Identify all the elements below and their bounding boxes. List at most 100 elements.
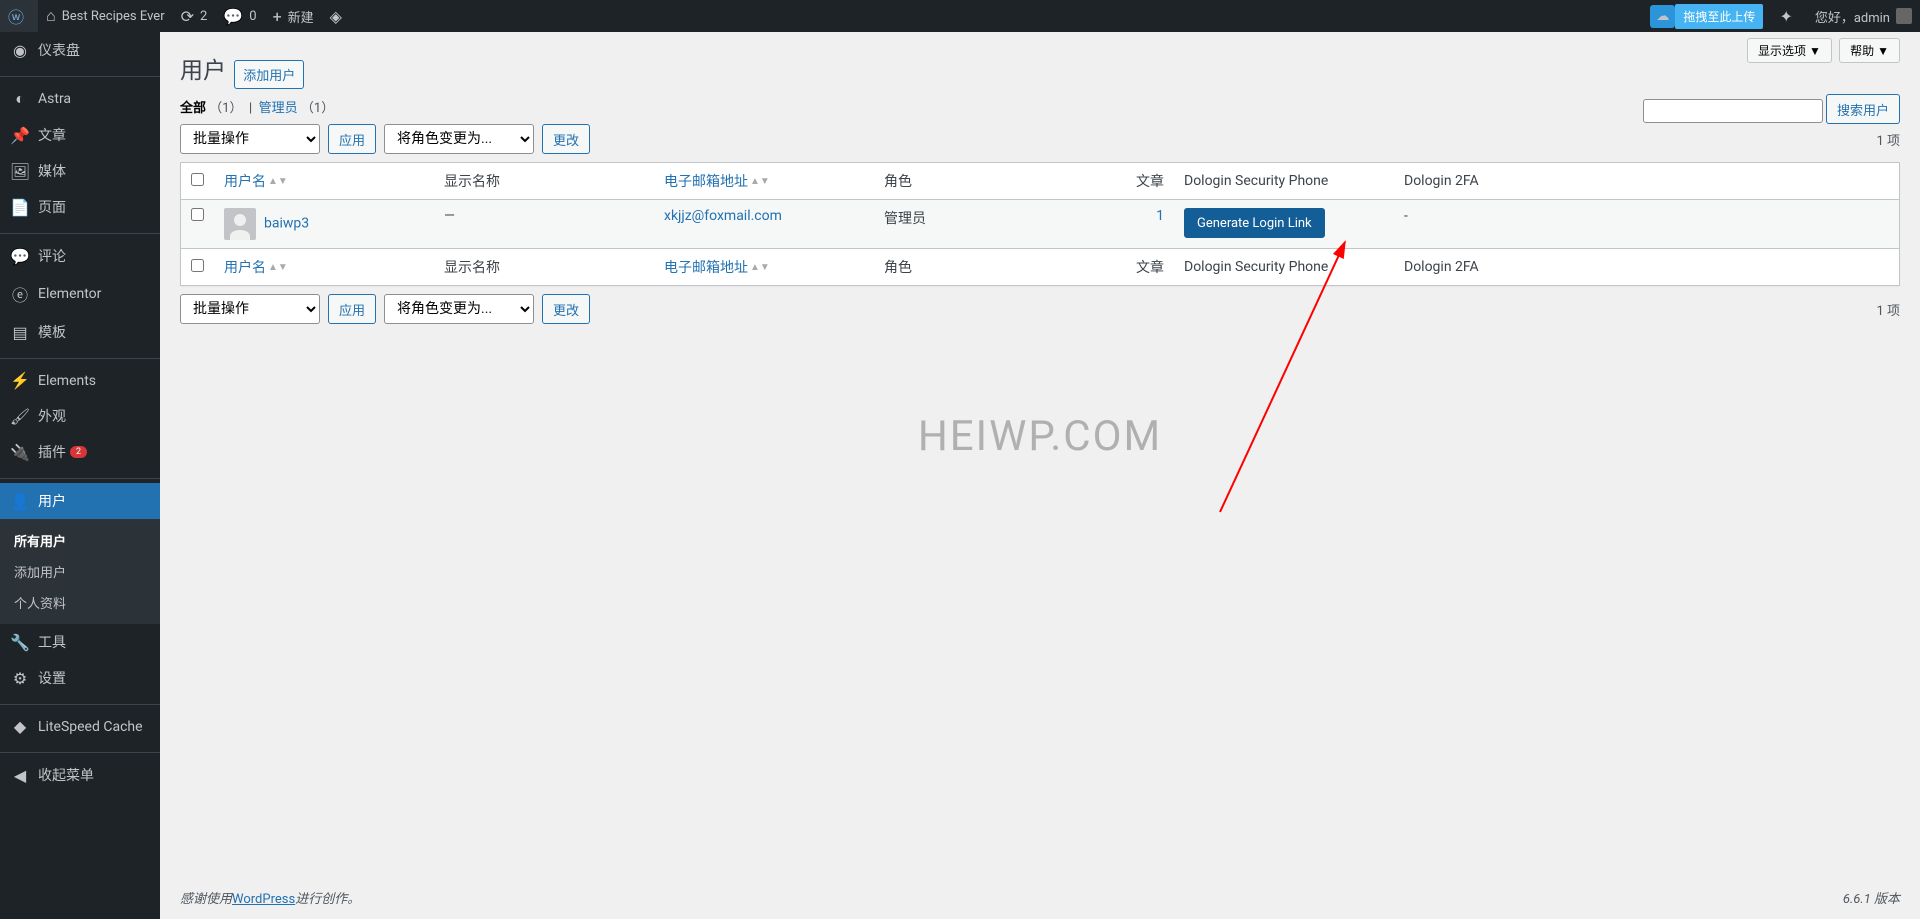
plus-icon: + — [273, 7, 282, 26]
change-role-button-top[interactable]: 更改 — [542, 124, 590, 154]
add-user-button[interactable]: 添加用户 — [234, 60, 304, 89]
cell-role: 管理员 — [874, 200, 1094, 248]
update-icon: ⟳ — [181, 7, 194, 26]
user-icon: 👤 — [10, 492, 30, 511]
site-name-link[interactable]: ⌂Best Recipes Ever — [38, 0, 173, 32]
change-role-select-bottom[interactable]: 将角色变更为... — [384, 294, 534, 324]
cloud-icon: ☁ — [1650, 5, 1675, 28]
search-users-input[interactable] — [1643, 99, 1823, 123]
col-display: 显示名称 — [434, 248, 654, 285]
sidebar-item-page[interactable]: 📄页面 — [0, 189, 160, 225]
search-users-button[interactable]: 搜索用户 — [1826, 94, 1900, 124]
sidebar-item-dashboard[interactable]: ◉仪表盘 — [0, 32, 160, 68]
col-email[interactable]: 电子邮箱地址 — [664, 260, 748, 276]
avatar-icon — [1896, 8, 1912, 24]
magic-link[interactable]: ✦ — [1771, 0, 1806, 32]
col-phone: Dologin Security Phone — [1174, 248, 1394, 285]
main-content: 显示选项 ▼ 帮助 ▼ 用户 添加用户 全部 （1） | 管理员 （1） 搜索用… — [160, 32, 1920, 919]
elementor-inspect[interactable]: ◈ — [322, 0, 356, 32]
row-checkbox[interactable] — [191, 208, 204, 221]
col-username[interactable]: 用户名 — [224, 174, 266, 190]
table-row: baiwp3 — xkjjz@foxmail.com 管理员 1 Generat… — [181, 200, 1899, 248]
col-email[interactable]: 电子邮箱地址 — [664, 174, 748, 190]
avatar — [224, 208, 256, 240]
help-button[interactable]: 帮助 ▼ — [1839, 38, 1900, 63]
email-link[interactable]: xkjjz@foxmail.com — [664, 208, 782, 224]
sidebar-item-elementor[interactable]: ⓔElementor — [0, 274, 160, 314]
bulk-action-select-top[interactable]: 批量操作 — [180, 124, 320, 154]
submenu-item[interactable]: 添加用户 — [0, 556, 160, 587]
sidebar-item-tool[interactable]: 🔧 工具 — [0, 624, 160, 660]
submenu-item[interactable]: 所有用户 — [0, 525, 160, 556]
col-username[interactable]: 用户名 — [224, 260, 266, 276]
sidebar-item-astra[interactable]: ◐Astra — [0, 81, 160, 117]
generate-login-link-button[interactable]: Generate Login Link — [1184, 208, 1325, 238]
sidebar-item-litespeed[interactable]: ◆LiteSpeed Cache — [0, 709, 160, 744]
upload-label: 拖拽至此上传 — [1675, 4, 1763, 29]
col-role: 角色 — [874, 248, 1094, 285]
col-posts: 文章 — [1094, 248, 1174, 285]
select-all-checkbox[interactable] — [191, 173, 204, 186]
tablenav-top: 批量操作 应用 将角色变更为... 更改 1 项 — [180, 124, 1900, 154]
sidebar-item-media[interactable]: 🖼 媒体 — [0, 153, 160, 189]
filter-all[interactable]: 全部 — [180, 101, 206, 116]
sidebar-item-label: 插件 — [38, 442, 66, 462]
sidebar-item-brush[interactable]: 🖌外观 — [0, 398, 160, 434]
howdy-link[interactable]: 您好，admin — [1807, 0, 1920, 32]
col-display: 显示名称 — [434, 163, 654, 200]
media-icon: 🖼 — [10, 162, 30, 181]
cell-display: — — [434, 200, 654, 248]
sidebar-item-pin[interactable]: 📌文章 — [0, 117, 160, 153]
wordpress-link[interactable]: WordPress — [232, 892, 295, 907]
updates-link[interactable]: ⟳2 — [173, 0, 216, 32]
diamond-icon: ◈ — [330, 7, 342, 26]
new-content-link[interactable]: + 新建 — [265, 0, 322, 32]
sidebar-item-label: 文章 — [38, 125, 66, 145]
sidebar-item-label: 外观 — [38, 406, 66, 426]
username-link[interactable]: baiwp3 — [264, 216, 309, 232]
wordpress-icon: ⓦ — [8, 4, 24, 28]
sidebar-item-template[interactable]: ▤模板 — [0, 314, 160, 350]
sidebar-item-label: 用户 — [38, 491, 66, 511]
select-all-checkbox[interactable] — [191, 259, 204, 272]
bulk-action-select-bottom[interactable]: 批量操作 — [180, 294, 320, 324]
posts-link[interactable]: 1 — [1156, 208, 1164, 224]
item-count-bottom: 1 项 — [1876, 300, 1900, 319]
apply-button-top[interactable]: 应用 — [328, 124, 376, 154]
submenu-item[interactable]: 个人资料 — [0, 587, 160, 618]
item-count-top: 1 项 — [1876, 130, 1900, 149]
sidebar-item-user[interactable]: 👤 用户 — [0, 483, 160, 519]
page-title: 用户 — [180, 42, 226, 89]
updates-count: 2 — [200, 9, 207, 24]
filter-admin[interactable]: 管理员 — [259, 101, 298, 116]
comment-icon: 💬 — [10, 247, 30, 266]
sidebar-item-label: 媒体 — [38, 161, 66, 181]
wp-logo[interactable]: ⓦ — [0, 0, 38, 32]
home-icon: ⌂ — [46, 6, 56, 26]
col-posts: 文章 — [1094, 163, 1174, 200]
screen-options-button[interactable]: 显示选项 ▼ — [1747, 38, 1832, 63]
sidebar-item-collapse[interactable]: ◀收起菜单 — [0, 757, 160, 793]
upload-drop[interactable]: ☁ 拖拽至此上传 — [1642, 0, 1771, 32]
comments-link[interactable]: 💬0 — [215, 0, 264, 32]
litespeed-icon: ◆ — [10, 717, 30, 736]
plugin-icon: 🔌 — [10, 443, 30, 462]
sidebar-item-label: 工具 — [38, 632, 66, 652]
tool-icon: 🔧 — [10, 633, 30, 652]
apply-button-bottom[interactable]: 应用 — [328, 294, 376, 324]
sidebar-item-label: Elements — [38, 373, 96, 389]
users-table: 用户名▲▼ 显示名称 电子邮箱地址▲▼ 角色 文章 Dologin Securi… — [180, 162, 1900, 286]
change-role-button-bottom[interactable]: 更改 — [542, 294, 590, 324]
sidebar-item-label: 仪表盘 — [38, 40, 80, 60]
collapse-icon: ◀ — [10, 766, 30, 785]
new-label: 新建 — [288, 7, 314, 26]
sidebar-item-elements[interactable]: ⚡Elements — [0, 363, 160, 398]
sidebar-item-plugin[interactable]: 🔌插件2 — [0, 434, 160, 470]
change-role-select-top[interactable]: 将角色变更为... — [384, 124, 534, 154]
sidebar-item-label: Elementor — [38, 286, 101, 302]
howdy-text: 您好，admin — [1815, 7, 1890, 26]
sidebar-item-settings[interactable]: ⚙设置 — [0, 660, 160, 696]
sidebar-item-label: 模板 — [38, 322, 66, 342]
col-phone: Dologin Security Phone — [1174, 163, 1394, 200]
sidebar-item-comment[interactable]: 💬评论 — [0, 238, 160, 274]
